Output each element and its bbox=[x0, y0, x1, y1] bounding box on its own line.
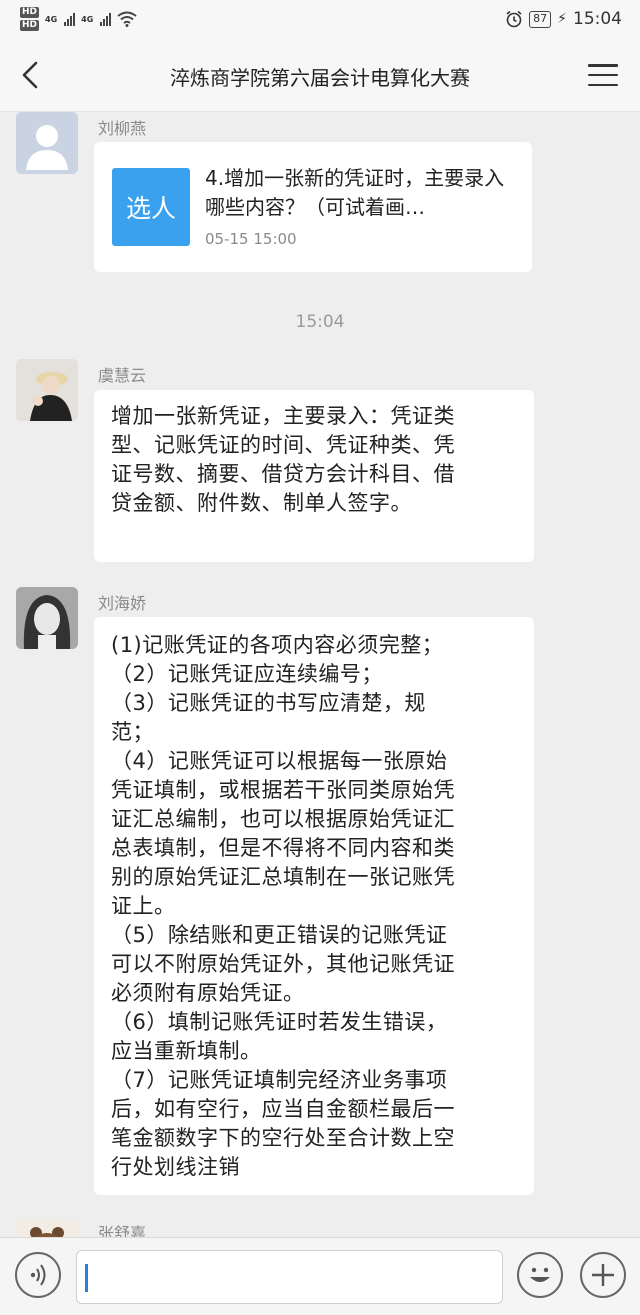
avatar[interactable] bbox=[16, 1219, 78, 1237]
emoji-button[interactable] bbox=[517, 1252, 563, 1298]
avatar-default[interactable] bbox=[16, 112, 78, 174]
message-bubble[interactable]: (1)记账凭证的各项内容必须完整； （2）记账凭证应连续编号； （3）记账凭证的… bbox=[94, 617, 534, 1195]
message-line: 证号数、摘要、借贷方会计科目、借 bbox=[111, 462, 455, 486]
card-icon: 选人 bbox=[112, 168, 190, 246]
message-list[interactable]: 刘柳燕 选人 4.增加一张新的凭证时，主要录入哪些内容？（可试着画… 05-15… bbox=[0, 112, 640, 1237]
message-line: 应当重新填制。 bbox=[111, 1039, 262, 1063]
message-line: 必须附有原始凭证。 bbox=[111, 981, 305, 1005]
message-line: 别的原始凭证汇总填制在一张记账凭 bbox=[111, 865, 455, 889]
message-line: 行处划线注销 bbox=[111, 1155, 240, 1179]
alarm-icon bbox=[506, 10, 522, 28]
voice-button[interactable] bbox=[15, 1252, 61, 1298]
message-line: 证汇总编制，也可以根据原始凭证汇 bbox=[111, 807, 455, 831]
message-line: （5）除结账和更正错误的记账凭证 bbox=[111, 923, 448, 947]
avatar-photo bbox=[16, 1219, 78, 1237]
message-line: （2）记账凭证应连续编号； bbox=[111, 662, 383, 686]
wifi-icon bbox=[117, 11, 137, 27]
message-line: （4）记账凭证可以根据每一张原始 bbox=[111, 749, 448, 773]
status-bar: HD HD 4G 4G 87 ⚡ 15:04 bbox=[0, 0, 640, 38]
plus-button[interactable] bbox=[580, 1252, 626, 1298]
avatar[interactable] bbox=[16, 359, 78, 421]
signal-icon bbox=[100, 12, 112, 26]
avatar-photo bbox=[16, 359, 78, 421]
hamburger-menu-icon[interactable] bbox=[588, 64, 618, 86]
hd-badges: HD HD bbox=[20, 7, 40, 31]
message-line: （3）记账凭证的书写应清楚，规 bbox=[111, 691, 426, 715]
avatar-photo bbox=[16, 587, 78, 649]
chat-title: 淬炼商学院第六届会计电算化大赛 bbox=[170, 66, 470, 90]
status-left: HD HD 4G 4G bbox=[20, 4, 137, 34]
message-line: （7）记账凭证填制完经济业务事项 bbox=[111, 1068, 448, 1092]
message-line: 笔金额数字下的空行处至合计数上空 bbox=[111, 1126, 455, 1150]
sender-name: 虞慧云 bbox=[98, 366, 147, 385]
message-line: 范； bbox=[111, 720, 154, 744]
input-bar bbox=[0, 1237, 640, 1315]
emoji-icon bbox=[530, 1267, 550, 1282]
timestamp-divider: 15:04 bbox=[295, 312, 345, 332]
default-avatar-icon bbox=[16, 112, 78, 174]
hd-badge-1: HD bbox=[20, 7, 40, 18]
charging-icon: ⚡ bbox=[557, 11, 567, 27]
network-type-1: 4G bbox=[45, 14, 58, 24]
signal-icon bbox=[64, 12, 76, 26]
message-line: 证上。 bbox=[111, 894, 176, 918]
hd-badge-2: HD bbox=[20, 20, 40, 31]
status-right: 87 ⚡ 15:04 bbox=[505, 0, 622, 38]
network-type-2: 4G bbox=[81, 14, 94, 24]
message-input[interactable] bbox=[76, 1250, 503, 1304]
message-line: 总表填制，但是不得将不同内容和类 bbox=[111, 836, 455, 860]
message-line: 后，如有空行，应当自金额栏最后一 bbox=[111, 1097, 455, 1121]
sender-name: 张舒嘉 bbox=[98, 1224, 147, 1237]
clock: 15:04 bbox=[573, 9, 622, 29]
message-line: 贷金额、附件数、制单人签字。 bbox=[111, 491, 412, 515]
card-time: 05-15 15:00 bbox=[205, 230, 297, 248]
sender-name: 刘柳燕 bbox=[98, 119, 147, 138]
battery-level: 87 bbox=[529, 10, 552, 28]
plus-icon bbox=[592, 1264, 614, 1286]
message-line: (1)记账凭证的各项内容必须完整； bbox=[111, 633, 444, 657]
message-bubble[interactable]: 增加一张新凭证，主要录入：凭证类 型、记账凭证的时间、凭证种类、凭 证号数、摘要… bbox=[94, 390, 534, 562]
text-cursor bbox=[85, 1264, 88, 1292]
chat-header: 淬炼商学院第六届会计电算化大赛 bbox=[0, 38, 640, 112]
card-title: 4.增加一张新的凭证时，主要录入哪些内容？（可试着画… bbox=[205, 166, 505, 219]
sender-name: 刘海娇 bbox=[98, 594, 147, 613]
voice-icon bbox=[30, 1264, 46, 1286]
message-line: 凭证填制，或根据若干张同类原始凭 bbox=[111, 778, 455, 802]
task-card[interactable]: 选人 4.增加一张新的凭证时，主要录入哪些内容？（可试着画… 05-15 15:… bbox=[94, 142, 532, 272]
message-line: 增加一张新凭证，主要录入：凭证类 bbox=[111, 404, 455, 428]
message-line: 可以不附原始凭证外，其他记账凭证 bbox=[111, 952, 455, 976]
message-line: 型、记账凭证的时间、凭证种类、凭 bbox=[111, 433, 455, 457]
avatar[interactable] bbox=[16, 587, 78, 649]
message-line: （6）填制记账凭证时若发生错误， bbox=[111, 1010, 448, 1034]
